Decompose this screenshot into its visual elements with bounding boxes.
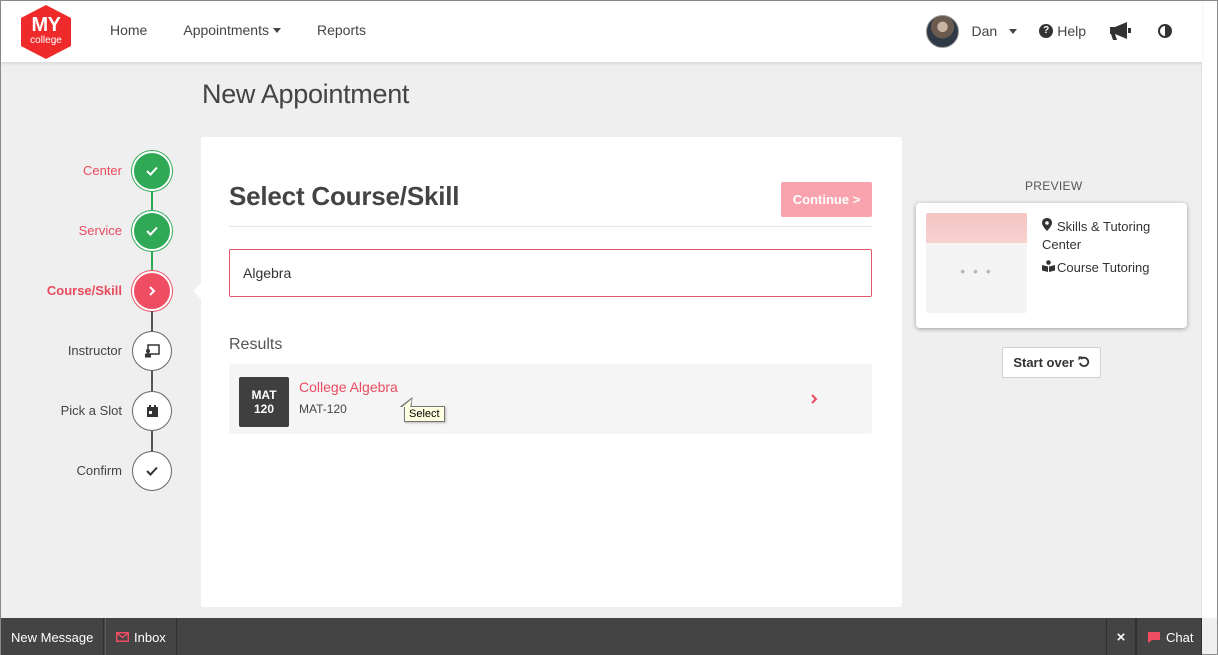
start-over-button[interactable]: Start over (1002, 347, 1101, 378)
map-marker-icon (1042, 218, 1057, 236)
undo-icon (1078, 355, 1090, 370)
chat-label: Chat (1166, 629, 1194, 645)
course-badge-subject: MAT (251, 388, 277, 402)
bottom-bar: New Message Inbox Chat (1, 618, 1202, 655)
user-name[interactable]: Dan (972, 23, 998, 39)
preview-center: Skills & Tutoring Center (1042, 218, 1182, 254)
continue-button[interactable]: Continue > (781, 182, 872, 217)
contrast-toggle-icon[interactable] (1158, 24, 1172, 38)
new-message-button[interactable]: New Message (1, 618, 105, 655)
step-center[interactable]: Center (1, 151, 173, 191)
step-connector (151, 191, 153, 211)
preview-card: • • • Skills & Tutoring Center Course Tu… (916, 203, 1187, 328)
tooltip-text: Select (409, 408, 440, 420)
check-icon (132, 451, 172, 491)
chevron-right-icon (132, 271, 172, 311)
divider (229, 226, 872, 227)
course-selection-card: Select Course/Skill Continue > Results M… (193, 137, 902, 607)
step-service[interactable]: Service (1, 211, 173, 251)
chevron-right-icon[interactable] (810, 391, 818, 407)
step-instructor: Instructor (1, 331, 173, 371)
course-code: MAT-120 (299, 402, 347, 416)
help-link[interactable]: ? Help (1039, 23, 1086, 39)
header-actions: Dan ? Help (925, 14, 1172, 48)
nav-reports[interactable]: Reports (317, 22, 366, 38)
megaphone-icon[interactable] (1108, 21, 1132, 41)
step-label: Confirm (76, 463, 122, 478)
page-title: New Appointment (202, 79, 410, 109)
step-course-skill[interactable]: Course/Skill (1, 271, 173, 311)
chat-button[interactable]: Chat (1136, 618, 1202, 655)
chat-bubble-icon (1147, 631, 1161, 644)
logo-text-main: MY (31, 14, 62, 36)
result-item-college-algebra[interactable]: MAT 120 College Algebra MAT-120 Select (229, 364, 872, 434)
chevron-down-icon[interactable] (1009, 28, 1018, 34)
inbox-button[interactable]: Inbox (105, 618, 177, 655)
step-label: Center (82, 163, 122, 178)
step-label: Pick a Slot (60, 403, 122, 418)
step-connector (151, 431, 153, 451)
scrollbar[interactable] (1201, 1, 1217, 618)
preview-image-band (926, 213, 1027, 243)
chevron-down-icon (272, 27, 281, 33)
card-title: Select Course/Skill (229, 181, 460, 211)
step-label: Course/Skill (46, 283, 122, 298)
course-search-input[interactable] (229, 249, 872, 297)
nav-appointments[interactable]: Appointments (183, 22, 281, 38)
preview-service: Course Tutoring (1042, 259, 1182, 277)
course-badge: MAT 120 (239, 377, 289, 427)
nav-home-label: Home (110, 22, 148, 38)
preview-center-text: Skills & Tutoring Center (1042, 219, 1151, 252)
inbox-label: Inbox (134, 629, 166, 645)
question-circle-icon: ? (1039, 24, 1054, 38)
main-nav: Home Appointments Reports (110, 22, 402, 38)
course-name[interactable]: College Algebra (299, 379, 398, 395)
envelope-icon (116, 632, 129, 642)
preview-image-placeholder: • • • (926, 213, 1027, 313)
preview-service-text: Course Tutoring (1057, 260, 1150, 275)
college-logo[interactable]: MY college (19, 4, 73, 60)
close-icon[interactable] (1106, 618, 1136, 655)
step-confirm: Confirm (1, 451, 173, 491)
select-tooltip: Select (399, 397, 445, 422)
nav-appointments-label: Appointments (183, 22, 269, 38)
results-heading: Results (229, 336, 283, 353)
step-pick-a-slot: Pick a Slot (1, 391, 173, 431)
book-reader-icon (1042, 259, 1057, 277)
step-label: Instructor (67, 343, 122, 358)
calendar-icon (132, 391, 172, 431)
logo-text-sub: college (30, 35, 62, 46)
step-connector (151, 311, 153, 331)
start-over-label: Start over (1013, 355, 1075, 370)
new-message-label: New Message (11, 629, 94, 645)
course-badge-number: 120 (253, 402, 275, 416)
check-icon (132, 211, 172, 251)
preview-heading: PREVIEW (1025, 179, 1083, 193)
step-connector (151, 371, 153, 391)
check-icon (132, 151, 172, 191)
avatar[interactable] (925, 14, 959, 48)
nav-reports-label: Reports (316, 22, 366, 38)
step-connector (151, 251, 153, 271)
top-header: MY college Home Appointments Reports Dan… (1, 1, 1202, 63)
help-label: Help (1057, 23, 1086, 39)
instructor-board-icon (132, 331, 172, 371)
loading-dots: • • • (960, 263, 993, 279)
card-pointer (193, 283, 201, 299)
nav-home[interactable]: Home (110, 22, 147, 38)
step-label: Service (78, 223, 122, 238)
